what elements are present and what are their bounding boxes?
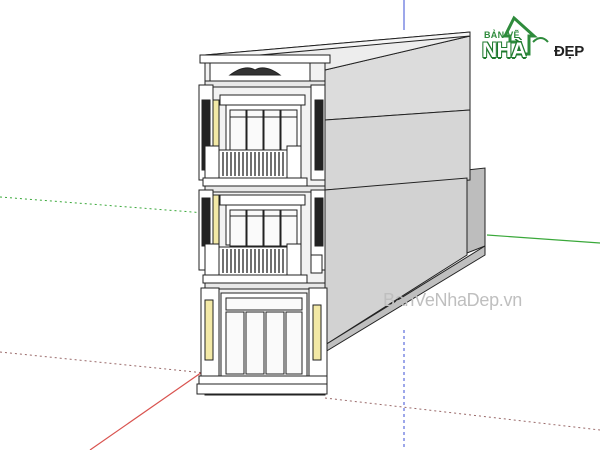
- axis-green-solid: [486, 234, 600, 244]
- balcony-railing: [218, 149, 288, 179]
- site-logo: BẢN VẼ NHÀ ĐẸP: [478, 12, 593, 66]
- accent-strip: [212, 99, 220, 151]
- building-facade: [196, 54, 331, 396]
- model-canvas[interactable]: [0, 0, 600, 450]
- axis-red-dashed-right: [324, 397, 600, 431]
- logo-line3: ĐẸP: [554, 43, 584, 60]
- front-steps: [196, 383, 328, 395]
- axis-red-solid: [89, 369, 206, 450]
- axis-red-dashed: [0, 351, 206, 374]
- rear-annex-face: [466, 167, 486, 254]
- sketchup-viewport[interactable]: BẢN VẼ NHÀ ĐẸP BanVeNhaDep.vn: [0, 0, 600, 450]
- side-wall-lower: [324, 177, 468, 346]
- logo-line2: NHÀ: [482, 39, 527, 62]
- side-wall-middle: [324, 109, 471, 191]
- watermark: BanVeNhaDep.vn: [383, 290, 522, 310]
- axis-green-dashed: [0, 196, 206, 214]
